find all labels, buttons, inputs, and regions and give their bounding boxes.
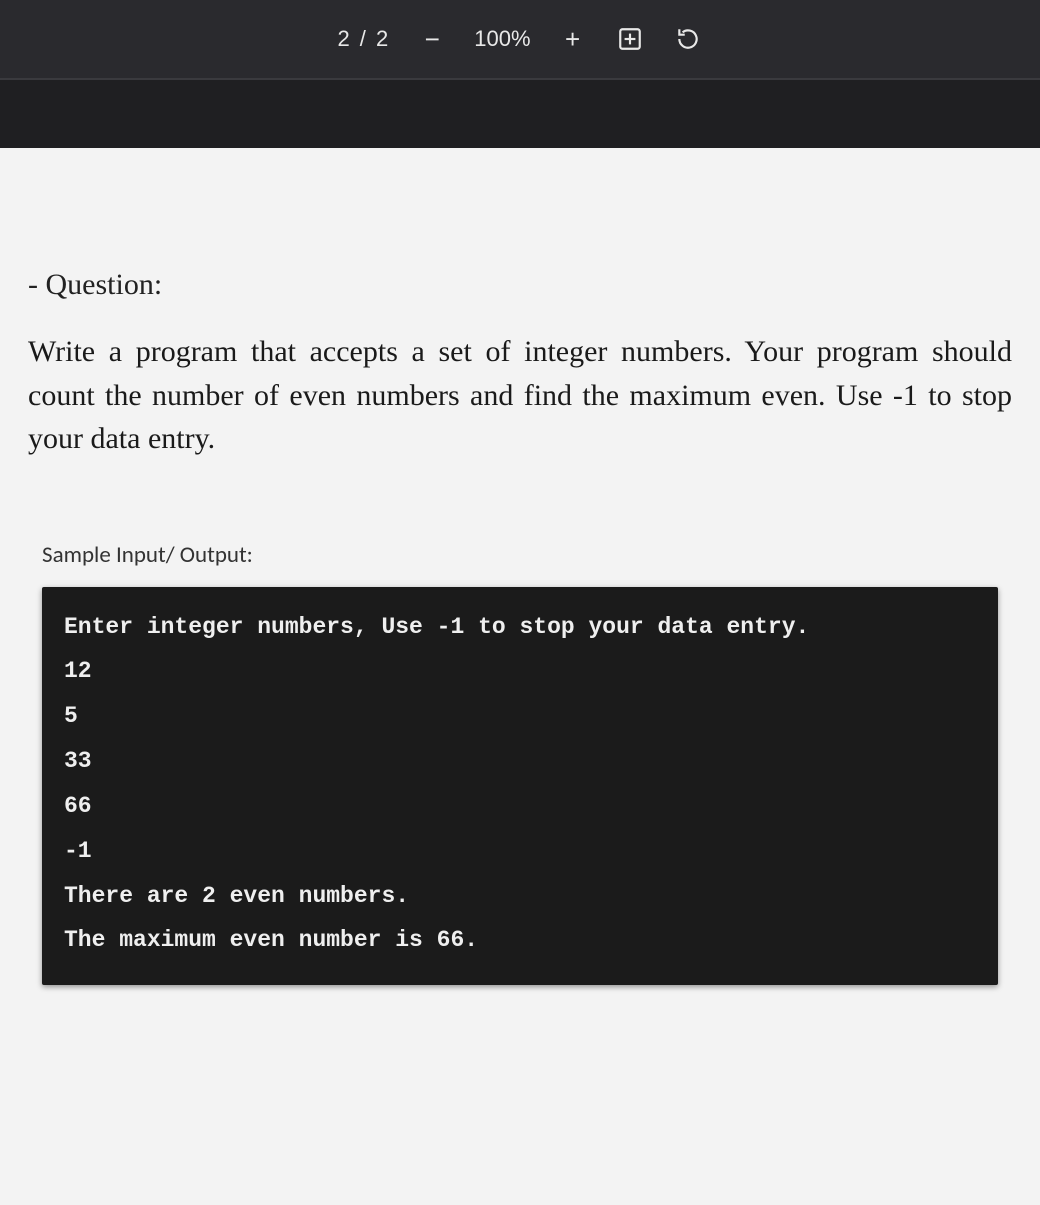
console-line: -1 bbox=[64, 829, 976, 874]
fit-page-icon[interactable] bbox=[615, 24, 645, 54]
console-line: 12 bbox=[64, 649, 976, 694]
console-line: 33 bbox=[64, 739, 976, 784]
zoom-level: 100% bbox=[474, 26, 530, 52]
sample-io-label: Sample Input/ Output: bbox=[42, 541, 1012, 569]
console-output: Enter integer numbers, Use -1 to stop yo… bbox=[42, 587, 998, 986]
console-line: Enter integer numbers, Use -1 to stop yo… bbox=[64, 605, 976, 650]
console-line: 66 bbox=[64, 784, 976, 829]
rotate-icon[interactable] bbox=[673, 24, 703, 54]
console-line: 5 bbox=[64, 694, 976, 739]
zoom-in-button[interactable]: + bbox=[559, 24, 587, 55]
page-indicator: 2 / 2 bbox=[337, 26, 390, 52]
question-heading: - Question: bbox=[28, 268, 1012, 302]
viewer-background-gap bbox=[0, 78, 1040, 148]
question-text: Write a program that accepts a set of in… bbox=[28, 330, 1012, 461]
document-page: - Question: Write a program that accepts… bbox=[0, 148, 1040, 1205]
zoom-out-button[interactable]: − bbox=[418, 24, 446, 55]
console-line: There are 2 even numbers. bbox=[64, 874, 976, 919]
pdf-toolbar: 2 / 2 − 100% + bbox=[0, 0, 1040, 78]
console-line: The maximum even number is 66. bbox=[64, 918, 976, 963]
